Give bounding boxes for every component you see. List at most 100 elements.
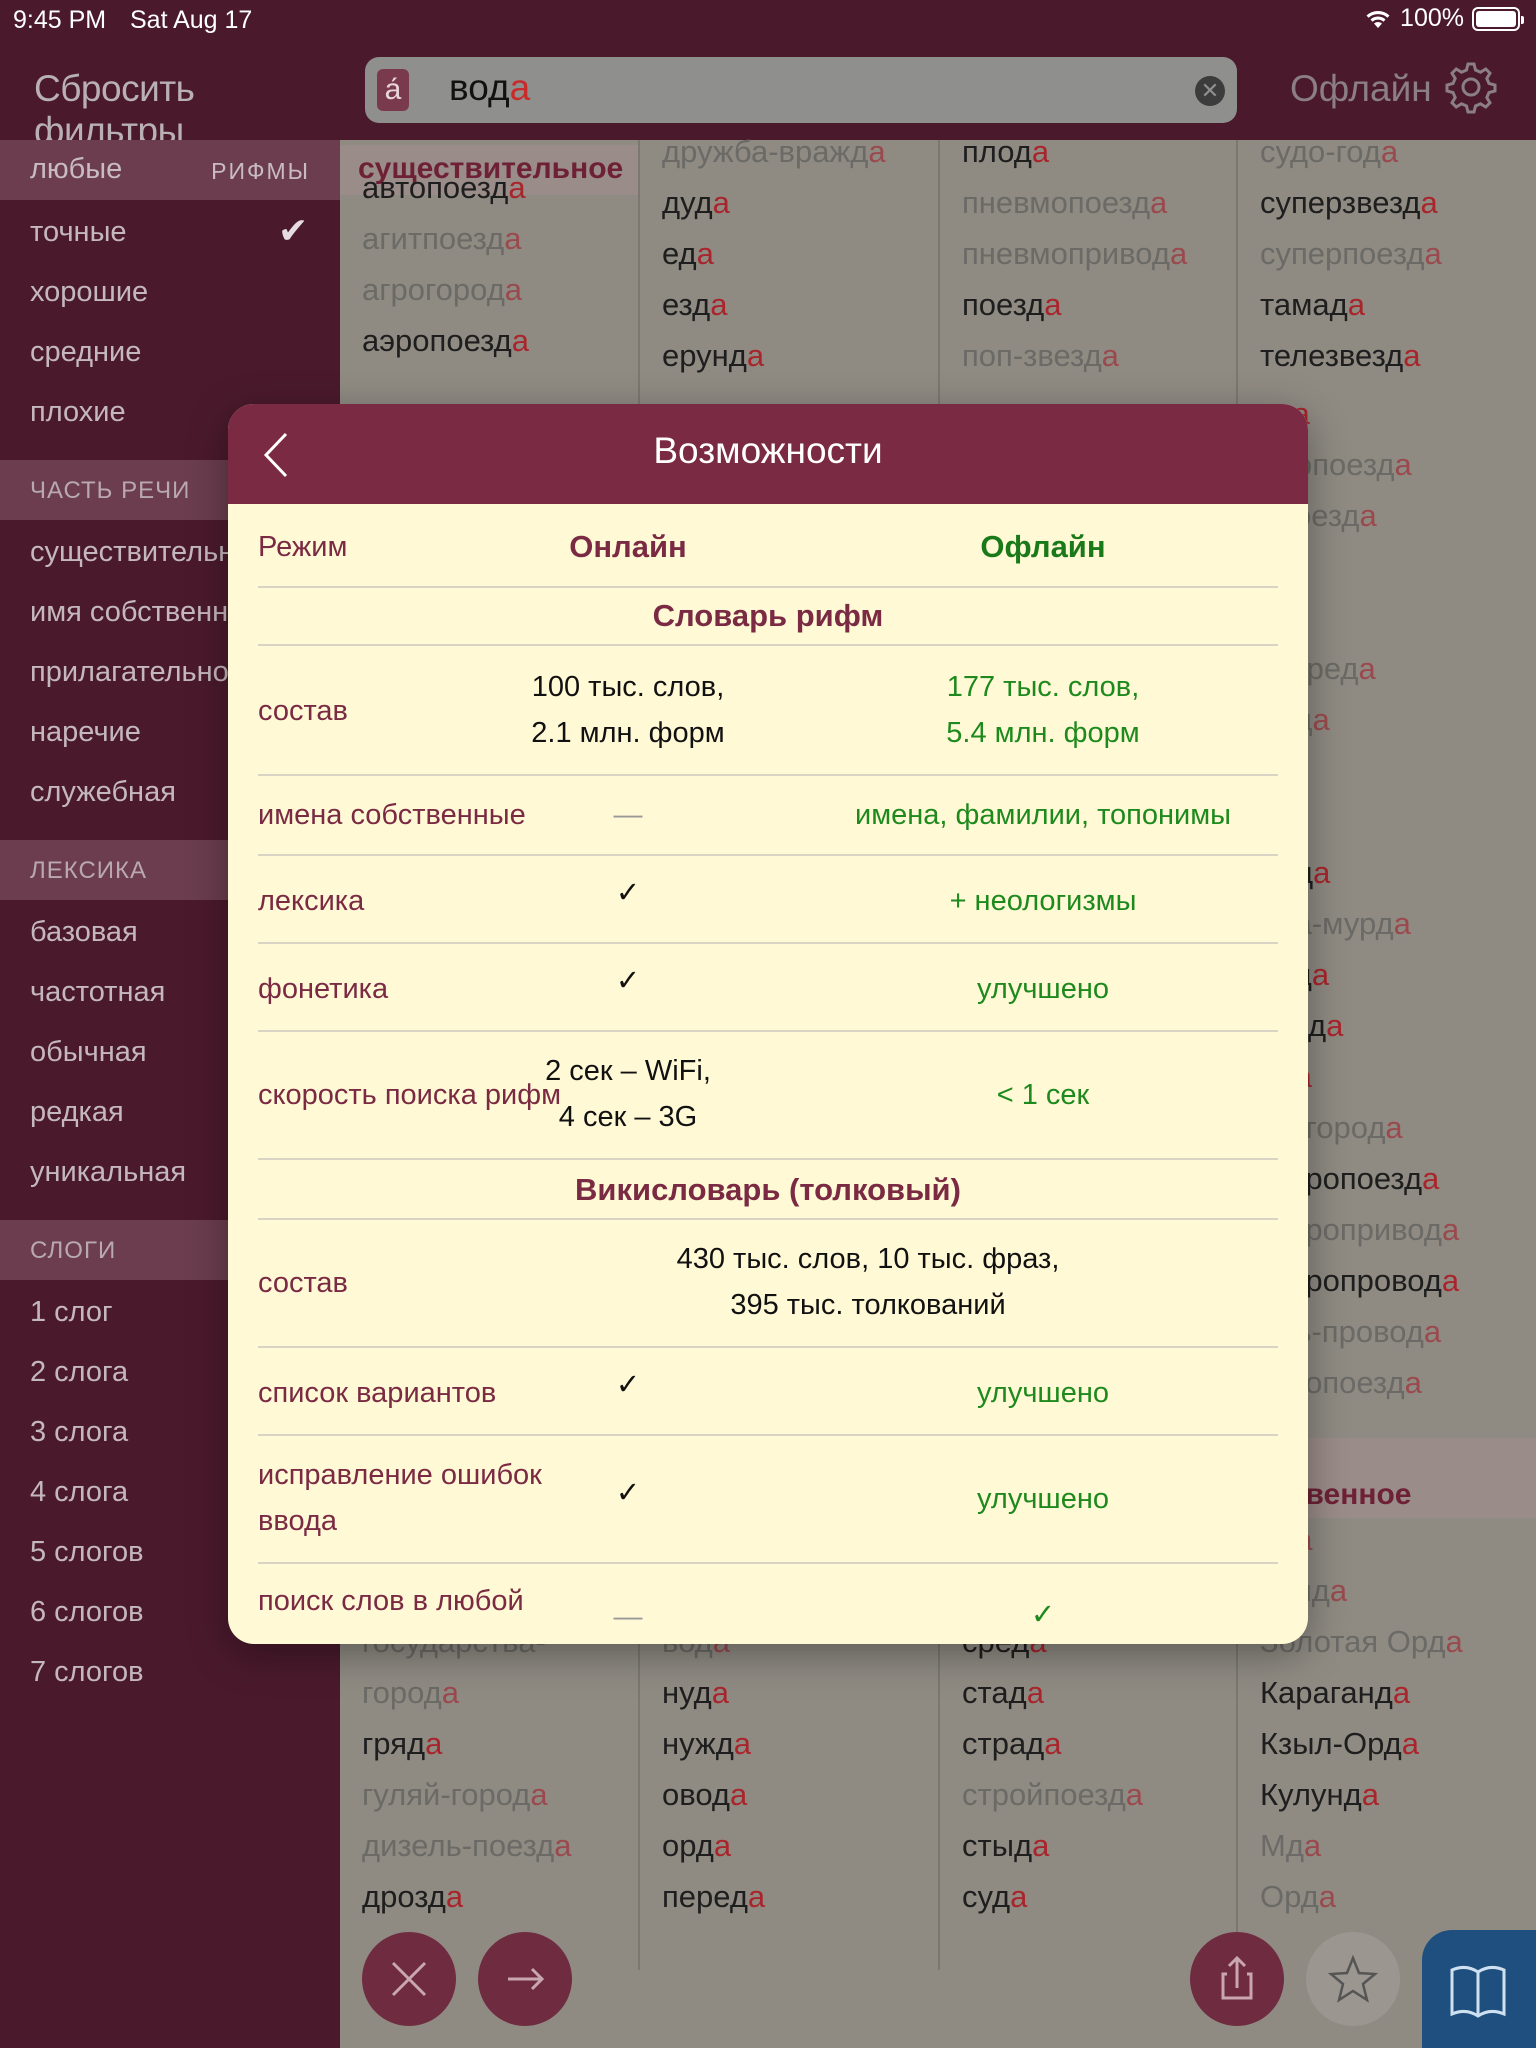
search-input[interactable]: а́ вода ✕: [365, 57, 1237, 123]
gear-icon[interactable]: [1444, 60, 1498, 114]
rhyme-word[interactable]: дизель-поездa: [362, 1828, 572, 1864]
wiki-composition-2: 395 тыс. толкований: [730, 1289, 1006, 1321]
composition-offline-1: 177 тыс. слов,: [946, 671, 1140, 703]
rhyme-word[interactable]: городa: [362, 1675, 459, 1711]
rhyme-word[interactable]: пневмопоездa: [962, 185, 1167, 221]
filter-syl-7[interactable]: 7 слогов: [30, 1656, 144, 1689]
rhyme-word[interactable]: суперзвездa: [1260, 185, 1438, 221]
search-value[interactable]: вода: [449, 67, 530, 109]
composition-online-1: 100 тыс. слов,: [531, 671, 725, 703]
phonetics-offline: улучшено: [977, 973, 1109, 1005]
filter-rhymes-bad[interactable]: плохие: [30, 396, 126, 429]
rhyme-word[interactable]: поп-звездa: [962, 338, 1119, 374]
rhyme-word[interactable]: автопоездa: [362, 170, 526, 206]
filter-pos-adverb[interactable]: наречие: [30, 716, 141, 749]
table-row-variants: список вариантов ✓ улучшено: [258, 1348, 1278, 1436]
rhyme-word[interactable]: стройпоездa: [962, 1777, 1143, 1813]
table-row-speed: скорость поиска рифм 2 сек – WiFi, 4 сек…: [258, 1032, 1278, 1160]
rhyme-word[interactable]: поездa: [962, 287, 1061, 323]
rhyme-word[interactable]: нудa: [662, 1675, 729, 1711]
rhyme-word[interactable]: грядa: [362, 1726, 442, 1762]
variants-offline: улучшено: [977, 1377, 1109, 1409]
rhyme-word[interactable]: едa: [662, 236, 714, 272]
search-any-online: —: [613, 1601, 643, 1633]
rhyme-word[interactable]: страдa: [962, 1726, 1062, 1762]
composition-label: состав: [258, 695, 348, 727]
filter-rhymes-exact[interactable]: точные: [30, 216, 127, 249]
filter-syl-4[interactable]: 4 слога: [30, 1476, 128, 1509]
checkmark-icon: ✔: [278, 210, 309, 251]
dictionary-button[interactable]: [1422, 1930, 1536, 2048]
rhyme-word[interactable]: Кулундa: [1260, 1777, 1379, 1813]
rhyme-word[interactable]: агрогородa: [362, 272, 522, 308]
offline-button[interactable]: Офлайн: [1290, 68, 1432, 110]
clear-button[interactable]: [362, 1932, 456, 2026]
filter-syl-3[interactable]: 3 слога: [30, 1416, 128, 1449]
rhyme-word[interactable]: Кзыл-Ордa: [1260, 1726, 1419, 1762]
filter-syl-6[interactable]: 6 слогов: [30, 1596, 144, 1629]
rhyme-word[interactable]: агитпоездa: [362, 221, 522, 257]
filter-lex-unique[interactable]: уникальная: [30, 1156, 186, 1189]
share-button[interactable]: [1190, 1932, 1284, 2026]
rhyme-word[interactable]: Карагандa: [1260, 1675, 1410, 1711]
rhyme-word[interactable]: аэропоездa: [362, 323, 529, 359]
rhyme-word[interactable]: судa: [962, 1879, 1027, 1915]
clear-search-icon[interactable]: ✕: [1195, 76, 1225, 106]
rhyme-word[interactable]: тамадa: [1260, 287, 1365, 323]
rhyme-word[interactable]: дудa: [662, 185, 730, 221]
rhyme-word[interactable]: ордa: [662, 1828, 731, 1864]
favorite-button[interactable]: [1306, 1932, 1400, 2026]
rhyme-word[interactable]: гуляй-городa: [362, 1777, 548, 1813]
table-header-row: Режим Онлайн Офлайн: [258, 504, 1278, 588]
forward-button[interactable]: [478, 1932, 572, 2026]
filter-pos-adjective[interactable]: прилагательное: [30, 656, 245, 689]
variants-online-check-icon: ✓: [615, 1369, 641, 1401]
filter-pos-function[interactable]: служебная: [30, 776, 176, 809]
rhyme-word[interactable]: Ордa: [1260, 1879, 1336, 1915]
rhyme-word[interactable]: Мдa: [1260, 1828, 1321, 1864]
speed-online-1: 2 сек – WiFi,: [545, 1055, 711, 1087]
search-any-label: поиск слов в любой: [258, 1585, 524, 1617]
rhyme-word[interactable]: плодa: [962, 134, 1049, 170]
filter-syl-2[interactable]: 2 слога: [30, 1356, 128, 1389]
rhyme-word[interactable]: телезвездa: [1260, 338, 1420, 374]
composition-online-2: 2.1 млн. форм: [531, 717, 725, 749]
filter-rhymes-any[interactable]: любые РИФМЫ: [0, 140, 340, 200]
phonetics-label: фонетика: [258, 973, 389, 1005]
rhyme-word[interactable]: нуждa: [662, 1726, 751, 1762]
app-screen: 9:45 PM Sat Aug 17 100% Сбросить фильтры…: [0, 0, 1536, 2048]
rhyme-word[interactable]: судо-годa: [1260, 134, 1398, 170]
rhyme-word[interactable]: передa: [662, 1879, 765, 1915]
rhyme-word[interactable]: стыдa: [962, 1828, 1049, 1864]
rhyme-word[interactable]: ездa: [662, 287, 727, 323]
filter-pos-proper[interactable]: имя собственное: [30, 596, 260, 629]
rhyme-word[interactable]: ерундa: [662, 338, 764, 374]
filter-lex-frequent[interactable]: частотная: [30, 976, 165, 1009]
mode-label: Режим: [258, 531, 348, 563]
filter-syl-5[interactable]: 5 слогов: [30, 1536, 144, 1569]
filter-lex-common[interactable]: обычная: [30, 1036, 147, 1069]
table-row-composition: состав 100 тыс. слов, 2.1 млн. форм 177 …: [258, 646, 1278, 776]
search-any-offline-check-icon: ✓: [1030, 1599, 1056, 1631]
speed-label: скорость поиска рифм: [258, 1079, 562, 1111]
close-icon: [391, 1961, 427, 1997]
filter-rhymes-good[interactable]: хорошие: [30, 276, 148, 309]
rhyme-word[interactable]: оводa: [662, 1777, 747, 1813]
rhyme-word[interactable]: дроздa: [362, 1879, 463, 1915]
rhyme-word[interactable]: пневмоприводa: [962, 236, 1187, 272]
rhyme-word[interactable]: дружба-враждa: [662, 134, 886, 170]
status-indicators: 100%: [1364, 4, 1524, 33]
status-bar: 9:45 PM Sat Aug 17 100%: [0, 0, 1536, 40]
rhyme-word[interactable]: стадa: [962, 1675, 1044, 1711]
rhyme-word[interactable]: суперпоездa: [1260, 236, 1442, 272]
filter-syl-1[interactable]: 1 слог: [30, 1296, 113, 1329]
filter-lex-rare[interactable]: редкая: [30, 1096, 124, 1129]
table-row-proper-names: имена собственные — имена, фамилии, топо…: [258, 776, 1278, 856]
table-row-wiki-composition: состав 430 тыс. слов, 10 тыс. фраз, 395 …: [258, 1220, 1278, 1348]
modal-title: Возможности: [653, 430, 883, 471]
filter-rhymes-medium[interactable]: средние: [30, 336, 141, 369]
accent-button[interactable]: а́: [377, 69, 409, 111]
lexicon-header-label: ЛЕКСИКА: [30, 857, 148, 884]
modal-header: Возможности: [228, 404, 1308, 504]
filter-lex-basic[interactable]: базовая: [30, 916, 138, 949]
